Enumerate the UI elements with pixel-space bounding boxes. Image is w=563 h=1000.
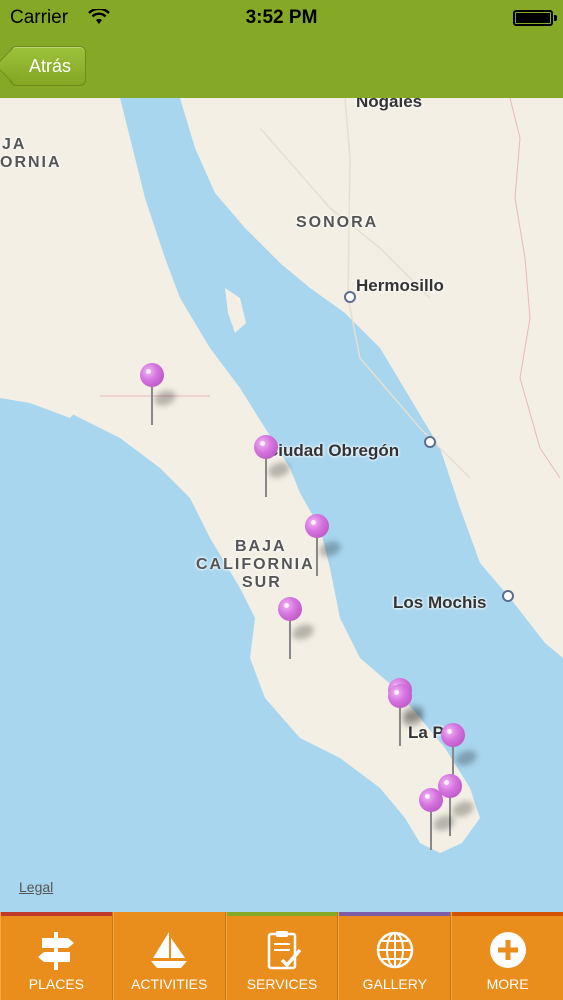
hermosillo-dot xyxy=(344,291,356,303)
tab-more-label: MORE xyxy=(486,976,529,992)
tab-more[interactable]: MORE xyxy=(451,912,563,1000)
battery-icon xyxy=(513,10,557,26)
tab-places[interactable]: PLACES xyxy=(0,912,113,1000)
map-label-ja: JA xyxy=(2,136,27,153)
tab-bar: PLACES ACTIVITIES SERVICES GALLERY MORE xyxy=(0,912,563,1000)
map-label-ciudad-obregon: Ciudad Obregón xyxy=(266,441,400,460)
map-base xyxy=(0,98,563,853)
tab-gallery-label: GALLERY xyxy=(362,976,427,992)
tab-places-label: PLACES xyxy=(28,976,85,992)
map-label-hermosillo: Hermosillo xyxy=(356,276,444,295)
tab-activities[interactable]: ACTIVITIES xyxy=(112,912,226,1000)
tab-services-label: SERVICES xyxy=(246,976,318,992)
tab-activities-label: ACTIVITIES xyxy=(131,976,208,992)
plus-circle-icon xyxy=(486,928,530,972)
map-label-sur: SUR xyxy=(242,574,282,591)
ciudad-obregon-dot xyxy=(424,436,436,448)
map-label-ornia: ORNIA xyxy=(0,154,62,171)
back-button[interactable]: Atrás xyxy=(10,46,87,86)
los-mochis-dot xyxy=(502,590,514,602)
map-pin[interactable] xyxy=(305,514,343,580)
map-label-baja: BAJA xyxy=(235,538,287,555)
map-pin[interactable] xyxy=(254,435,292,501)
map-label-sonora: SONORA xyxy=(296,214,379,231)
sailboat-icon xyxy=(147,928,191,972)
status-time: 3:52 PM xyxy=(245,7,318,28)
back-button-label: Atrás xyxy=(29,56,72,76)
clipboard-check-icon xyxy=(260,928,304,972)
globe-icon xyxy=(373,928,417,972)
tab-services[interactable]: SERVICES xyxy=(225,912,339,1000)
signpost-icon xyxy=(34,928,78,972)
legal-link[interactable]: Legal xyxy=(19,879,53,895)
map-view[interactable]: JA ORNIA Nogales SONORA Hermosillo Ciuda… xyxy=(0,98,563,912)
map-pin[interactable] xyxy=(419,788,457,854)
map-pin[interactable] xyxy=(278,597,316,663)
tab-gallery[interactable]: GALLERY xyxy=(338,912,452,1000)
status-bar: Carrier 3:52 PM xyxy=(0,0,563,36)
map-pin[interactable] xyxy=(140,363,178,429)
map-pin[interactable] xyxy=(388,684,426,750)
map-label-california: CALIFORNIA xyxy=(196,556,315,573)
map-label-los-mochis: Los Mochis xyxy=(393,593,487,612)
navigation-bar: Atrás xyxy=(0,36,563,100)
map-label-nogales: Nogales xyxy=(356,98,423,111)
